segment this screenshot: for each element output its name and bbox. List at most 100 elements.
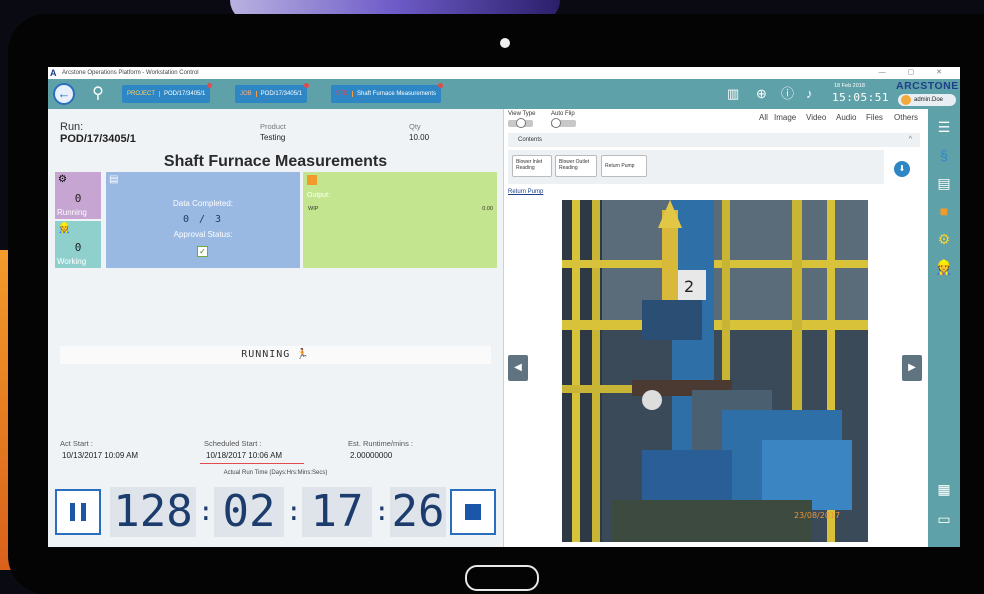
- breadcrumb-tag: JOB: [240, 91, 257, 97]
- filter-video[interactable]: Video: [806, 113, 826, 122]
- filter-files[interactable]: Files: [866, 113, 883, 122]
- run-status: RUNNING: [241, 349, 291, 360]
- window-titlebar: A Arcstone Operations Platform - Worksta…: [48, 67, 960, 79]
- user-name: admin.Doe: [914, 97, 944, 103]
- timer-separator: :: [286, 497, 302, 527]
- back-button[interactable]: ←: [53, 83, 75, 105]
- window-title: Arcstone Operations Platform - Workstati…: [62, 70, 199, 76]
- breadcrumb-value: POD/17/3405/1: [260, 91, 303, 97]
- filter-others[interactable]: Others: [894, 113, 918, 122]
- search-button[interactable]: ⚲: [88, 84, 108, 104]
- content-item[interactable]: Return Pump: [601, 155, 647, 177]
- machine-icon[interactable]: ⚙: [934, 229, 954, 249]
- worker-icon[interactable]: 👷: [934, 257, 954, 277]
- approval-check-icon[interactable]: ✓: [197, 246, 208, 257]
- barcode-icon[interactable]: ▥: [727, 87, 739, 101]
- breadcrumb-value: POD/17/3405/1: [164, 91, 206, 97]
- chevron-right-icon: ▶: [908, 362, 916, 373]
- run-status-bar: RUNNING 🏃: [60, 346, 491, 364]
- timer-separator: :: [374, 497, 390, 527]
- act-start-label: Act Start :: [60, 439, 93, 448]
- link-icon[interactable]: §: [934, 145, 954, 165]
- bell-icon[interactable]: ♪: [806, 87, 813, 101]
- est-runtime-value: 2.00000000: [350, 451, 393, 460]
- menu-icon[interactable]: ☰: [934, 117, 954, 137]
- document-icon[interactable]: ▦: [934, 479, 954, 499]
- close-dot-icon[interactable]: [304, 83, 310, 88]
- photo-date-stamp: 23/08/2017: [794, 511, 840, 520]
- close-dot-icon[interactable]: [438, 83, 444, 88]
- tablet-home-button[interactable]: [465, 565, 539, 591]
- filter-audio[interactable]: Audio: [836, 113, 856, 122]
- contents-header[interactable]: Contents ^: [508, 133, 920, 147]
- view-type-label: View Type: [508, 111, 536, 117]
- checklist-icon[interactable]: ▤: [934, 173, 954, 193]
- app-screen: A Arcstone Operations Platform - Worksta…: [48, 67, 960, 547]
- page-title: Shaft Furnace Measurements: [163, 153, 388, 170]
- breadcrumb-project[interactable]: PROJECT POD/17/3405/1: [122, 83, 213, 103]
- contents-list: Blower Inlet Reading Blower Outlet Readi…: [508, 150, 884, 184]
- current-item-link[interactable]: Return Pump: [508, 189, 543, 195]
- download-icon[interactable]: ⬇: [894, 161, 910, 177]
- chevron-up-icon[interactable]: ^: [909, 133, 912, 147]
- approval-status-label: Approval Status:: [173, 230, 233, 239]
- globe-icon[interactable]: ⊕: [756, 87, 767, 101]
- output-item: WIP: [308, 206, 319, 212]
- brand-name: ARCSTONE: [896, 80, 959, 92]
- working-count: 0: [74, 241, 82, 254]
- machine-icon: ⚙: [58, 174, 67, 185]
- view-type-toggle[interactable]: [508, 118, 533, 128]
- previous-button[interactable]: ◀: [508, 355, 528, 381]
- user-menu[interactable]: admin.Doe: [898, 94, 956, 106]
- next-button[interactable]: ▶: [902, 355, 922, 381]
- output-tile[interactable]: Output: WIP 0.00: [303, 172, 497, 268]
- filter-image[interactable]: Image: [774, 113, 796, 122]
- pause-button[interactable]: [55, 489, 101, 535]
- photo-illustration: 2 23/08/2017: [562, 200, 868, 542]
- chat-icon[interactable]: ▭: [934, 509, 954, 529]
- app-logo-icon: A: [50, 68, 57, 78]
- running-count: 0: [74, 192, 82, 205]
- auto-flip-toggle[interactable]: [551, 118, 576, 128]
- timer-hours: 02: [214, 487, 284, 537]
- output-label: Output:: [307, 192, 330, 199]
- box-icon[interactable]: ■: [934, 201, 954, 221]
- contents-label: Contents: [518, 137, 543, 143]
- run-label: Run:: [60, 121, 84, 133]
- window-controls[interactable]: — ▢ ✕: [879, 67, 952, 79]
- timer-days: 128: [110, 487, 196, 537]
- scheduled-start-label: Scheduled Start :: [204, 439, 262, 448]
- breadcrumb-job[interactable]: JOB POD/17/3405/1: [235, 83, 310, 103]
- running-tile[interactable]: ⚙ 0 Running: [55, 172, 101, 219]
- close-dot-icon[interactable]: [207, 83, 213, 88]
- stop-button[interactable]: [450, 489, 496, 535]
- product-label: Product: [260, 122, 286, 131]
- est-runtime-label: Est. Runtime/mins :: [348, 439, 414, 448]
- info-icon[interactable]: ⓘ: [781, 87, 794, 101]
- search-icon: ⚲: [92, 85, 104, 102]
- svg-text:2: 2: [684, 277, 694, 296]
- working-tile[interactable]: 👷 0 Working: [55, 221, 101, 268]
- auto-flip-label: Auto Flip: [551, 111, 575, 117]
- data-completed-label: Data Completed:: [172, 199, 234, 208]
- timer-separator: :: [198, 497, 214, 527]
- qty-label: Qty: [409, 122, 421, 131]
- data-completed-value: 0 / 3: [182, 214, 224, 225]
- pause-icon: [70, 503, 75, 521]
- clock-time: 15:05:51: [832, 91, 889, 104]
- clock: 18 Feb 2018 15:05:51: [830, 82, 888, 106]
- top-toolbar: ← ⚲ PROJECT POD/17/3405/1 JOB POD/17/3405/…: [48, 79, 960, 109]
- running-label: Running: [57, 208, 87, 217]
- breadcrumb-tag: STD: [336, 91, 353, 97]
- content-item[interactable]: Blower Inlet Reading: [512, 155, 552, 177]
- chevron-left-icon: ◀: [514, 362, 522, 373]
- output-value: 0.00: [482, 206, 493, 212]
- breadcrumb-std[interactable]: STD Shaft Furnace Measurements: [331, 83, 444, 103]
- content-item[interactable]: Blower Outlet Reading: [555, 155, 597, 177]
- data-completed-tile[interactable]: ▤ Data Completed: 0 / 3 Approval Status:…: [106, 172, 300, 268]
- scheduled-start-value: 10/18/2017 10:06 AM: [206, 451, 283, 460]
- filter-all[interactable]: All: [759, 113, 768, 122]
- breadcrumb-value: Shaft Furnace Measurements: [357, 91, 437, 97]
- run-value: POD/17/3405/1: [60, 133, 136, 145]
- timer-mins: 17: [302, 487, 372, 537]
